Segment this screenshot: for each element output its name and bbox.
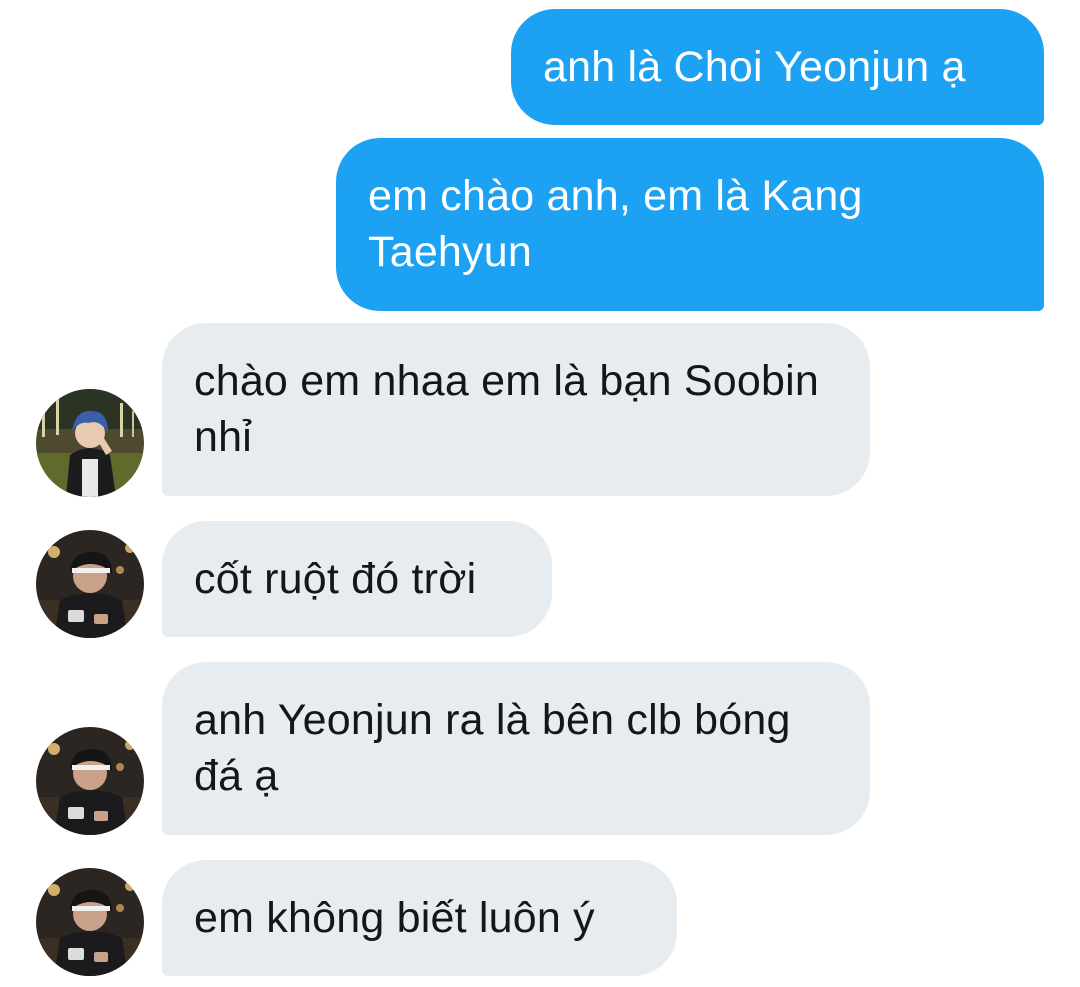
message-text: cốt ruột đó trời [194,555,477,603]
message-text: chào em nhaa em là bạn Soobin nhỉ [194,357,819,461]
avatar-cap-phone-icon[interactable] [36,727,144,835]
avatar-cap-phone-icon[interactable] [36,868,144,976]
incoming-message-bubble[interactable]: cốt ruột đó trời [162,521,552,637]
outgoing-message-bubble[interactable]: em chào anh, em là Kang Taehyun [336,138,1044,311]
message-text: em không biết luôn ý [194,894,595,942]
message-text: anh là Choi Yeonjun ạ [543,43,966,91]
incoming-message-bubble[interactable]: em không biết luôn ý [162,860,677,976]
outgoing-message-bubble[interactable]: anh là Choi Yeonjun ạ [511,9,1044,125]
avatar-blue-hair-icon[interactable] [36,389,144,497]
message-text: anh Yeonjun ra là bên clb bóng đá ạ [194,696,791,800]
message-text: em chào anh, em là Kang Taehyun [368,172,863,276]
incoming-message-bubble[interactable]: anh Yeonjun ra là bên clb bóng đá ạ [162,662,870,835]
avatar-cap-phone-icon[interactable] [36,530,144,638]
incoming-message-bubble[interactable]: chào em nhaa em là bạn Soobin nhỉ [162,323,870,496]
